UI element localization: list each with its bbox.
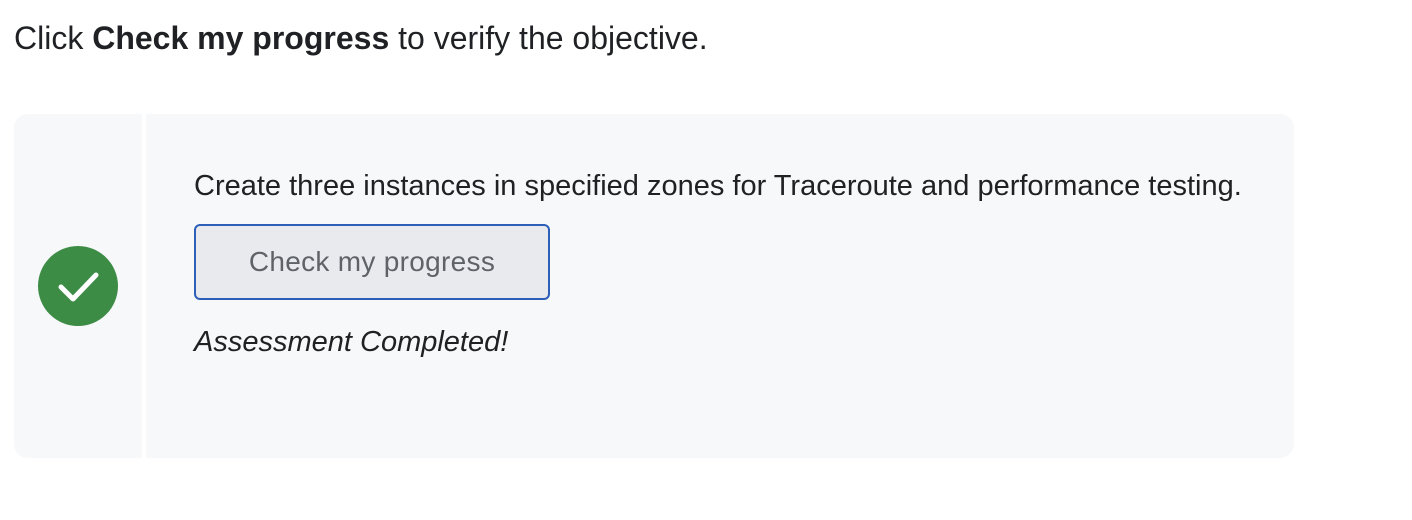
progress-check-card: Create three instances in specified zone… bbox=[14, 114, 1294, 458]
checkmark-icon bbox=[58, 272, 99, 302]
objective-text: Create three instances in specified zone… bbox=[194, 170, 1242, 202]
assessment-status: Assessment Completed! bbox=[194, 326, 509, 358]
task-body: Create three instances in specified zone… bbox=[194, 162, 1264, 362]
column-divider bbox=[142, 114, 146, 458]
instruction-suffix: to verify the objective. bbox=[389, 20, 708, 56]
status-column bbox=[14, 114, 142, 458]
instruction-text: Click Check my progress to verify the ob… bbox=[14, 14, 708, 62]
check-my-progress-button[interactable]: Check my progress bbox=[194, 224, 550, 300]
instruction-prefix: Click bbox=[14, 20, 93, 56]
check-circle-icon bbox=[38, 246, 118, 326]
instruction-bold: Check my progress bbox=[92, 20, 390, 56]
